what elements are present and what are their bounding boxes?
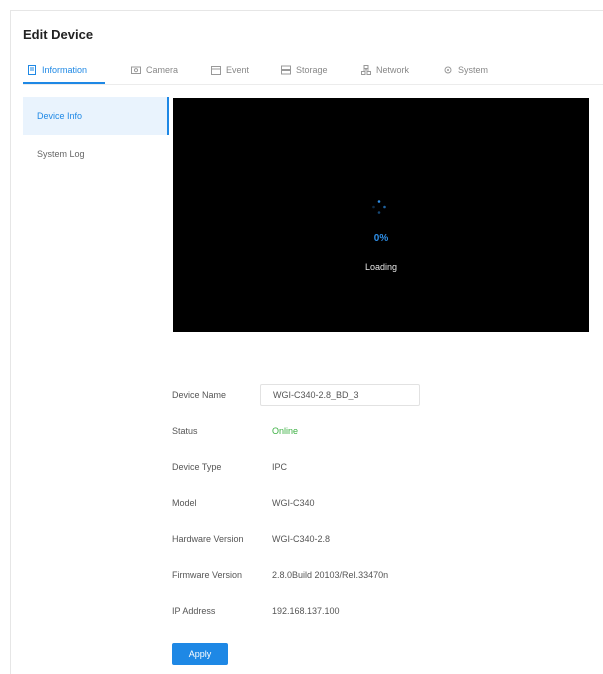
apply-button[interactable]: Apply xyxy=(172,643,228,665)
device-type-label: Device Type xyxy=(172,462,222,472)
firmware-version-value: 2.8.0Build 20103/Rel.33470n xyxy=(272,570,389,580)
hardware-version-row: Hardware Version WGI-C340-2.8 xyxy=(162,528,582,550)
firmware-version-label: Firmware Version xyxy=(172,570,243,580)
firmware-version-row: Firmware Version 2.8.0Build 20103/Rel.33… xyxy=(162,564,582,586)
tab-network[interactable]: Network xyxy=(361,57,409,83)
info-icon xyxy=(27,65,37,75)
device-name-row: Device Name xyxy=(162,384,582,406)
tab-information[interactable]: Information xyxy=(27,57,87,83)
event-icon xyxy=(211,65,221,75)
hardware-version-label: Hardware Version xyxy=(172,534,244,544)
network-icon xyxy=(361,65,371,75)
tab-label: Storage xyxy=(296,65,328,75)
model-label: Model xyxy=(172,498,197,508)
sidebar-item-label: Device Info xyxy=(37,111,83,121)
sidebar-item-device-info[interactable]: Device Info xyxy=(23,97,169,135)
sidebar-item-system-log[interactable]: System Log xyxy=(23,135,169,173)
tab-label: System xyxy=(458,65,489,75)
system-icon xyxy=(443,65,453,75)
ip-address-value: 192.168.137.100 xyxy=(272,606,340,616)
ip-address-row: IP Address 192.168.137.100 xyxy=(162,600,582,622)
sidebar-item-label: System Log xyxy=(37,149,85,159)
video-preview[interactable]: 0% Loading xyxy=(173,98,589,332)
loading-spinner-icon xyxy=(372,200,386,214)
status-label: Status xyxy=(172,426,198,436)
tab-label: Network xyxy=(376,65,410,75)
tab-label: Camera xyxy=(146,65,179,75)
device-type-row: Device Type IPC xyxy=(162,456,582,478)
loading-text: Loading xyxy=(364,262,398,272)
storage-icon xyxy=(281,65,291,75)
page-title: Edit Device xyxy=(23,27,94,42)
tab-storage[interactable]: Storage xyxy=(281,57,328,83)
tab-label: Information xyxy=(42,65,88,75)
status-row: Status Online xyxy=(162,420,582,442)
tab-divider xyxy=(23,84,603,85)
sidebar: Device Info System Log xyxy=(23,97,169,173)
tab-system[interactable]: System xyxy=(443,57,488,83)
status-value: Online xyxy=(272,426,299,436)
hardware-version-value: WGI-C340-2.8 xyxy=(272,534,331,544)
tab-label: Event xyxy=(226,65,250,75)
device-name-label: Device Name xyxy=(172,390,227,400)
model-value: WGI-C340 xyxy=(272,498,315,508)
model-row: Model WGI-C340 xyxy=(162,492,582,514)
ip-address-label: IP Address xyxy=(172,606,216,616)
camera-icon xyxy=(131,65,141,75)
tab-bar: Information Camera Event Storage Network xyxy=(23,57,603,85)
device-type-value: IPC xyxy=(272,462,288,472)
loading-progress: 0% xyxy=(373,233,389,244)
tab-event[interactable]: Event xyxy=(211,57,249,83)
device-name-input[interactable] xyxy=(260,384,420,406)
tab-camera[interactable]: Camera xyxy=(131,57,178,83)
